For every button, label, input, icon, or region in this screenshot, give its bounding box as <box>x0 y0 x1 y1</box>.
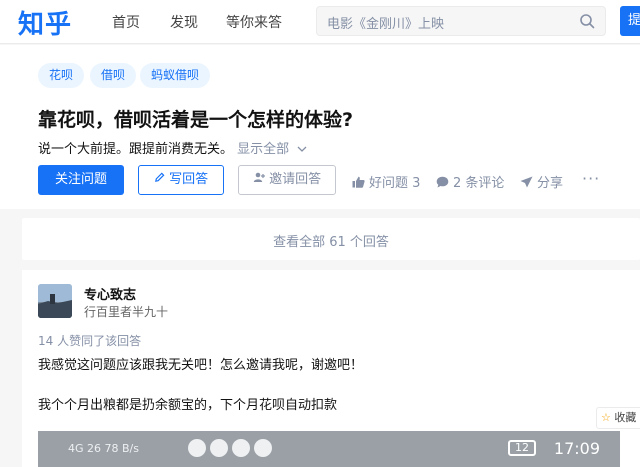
avatar[interactable] <box>38 284 72 318</box>
collect-label: 收藏 <box>614 411 637 424</box>
description-text: 说一个大前提。跟提前消费无关。 <box>38 142 234 157</box>
add-user-icon <box>253 172 265 182</box>
search-placeholder: 电影《金刚川》上映 <box>327 17 445 32</box>
topic-tag[interactable]: 花呗 <box>38 63 85 88</box>
question-title: 靠花呗，借呗活着是一个怎样的体验? <box>38 109 354 131</box>
comment-icon <box>436 176 449 187</box>
good-question-label: 好问题 3 <box>369 176 421 191</box>
topic-tag[interactable]: 借呗 <box>90 63 137 88</box>
author-headline: 行百里者半九十 <box>84 305 169 319</box>
status-signal-text: 4G 26 78 B/s <box>68 442 139 455</box>
app-icon <box>232 439 250 457</box>
search-input[interactable]: 电影《金刚川》上映 <box>316 6 606 36</box>
topic-tag[interactable]: 蚂蚁借呗 <box>140 63 211 88</box>
write-answer-label: 写回答 <box>169 172 209 187</box>
pen-icon <box>154 172 165 182</box>
comments-button[interactable]: 2 条评论 <box>436 172 504 191</box>
follow-question-button[interactable]: 关注问题 <box>38 165 124 195</box>
answer-paragraph: 我感觉这问题应该跟我无关吧！怎么邀请我呢，谢邀吧！ <box>38 358 364 373</box>
author-name[interactable]: 专心致志 <box>84 284 136 303</box>
battery-icon: 12 <box>508 440 536 456</box>
nav-waiting-answers[interactable]: 等你来答 <box>226 12 282 32</box>
nav-home[interactable]: 首页 <box>112 12 140 32</box>
view-all-answers-label: 查看全部 61 个回答 <box>273 235 389 250</box>
app-icon <box>210 439 228 457</box>
star-icon: ☆ <box>601 411 611 424</box>
top-nav: 知乎 首页 发现 等你来答 电影《金刚川》上映 提 <box>0 0 640 44</box>
ask-button[interactable]: 提 <box>620 6 640 36</box>
vote-count: 14 人赞同了该回答 <box>38 334 142 348</box>
answer-paragraph: 我个个月出粮都是扔余额宝的，下个月花呗自动扣款 <box>38 398 338 413</box>
avatar-image <box>38 284 72 318</box>
invite-answer-button[interactable]: 邀请回答 <box>238 165 336 195</box>
view-all-answers-button[interactable]: 查看全部 61 个回答 <box>22 218 640 260</box>
thumbs-up-icon <box>352 176 365 188</box>
zhihu-logo[interactable]: 知乎 <box>18 4 72 41</box>
good-question-button[interactable]: 好问题 3 <box>352 172 420 191</box>
collect-button[interactable]: ☆ 收藏 <box>596 407 640 429</box>
search-icon[interactable] <box>579 13 595 29</box>
invite-answer-label: 邀请回答 <box>269 172 322 187</box>
more-options-icon[interactable]: ··· <box>582 169 600 188</box>
share-button[interactable]: 分享 <box>520 172 563 191</box>
comments-label: 2 条评论 <box>453 176 505 191</box>
question-description: 说一个大前提。跟提前消费无关。 显示全部 <box>38 138 307 157</box>
share-label: 分享 <box>537 176 564 191</box>
app-icon <box>254 439 272 457</box>
status-time: 17:09 <box>553 439 600 458</box>
app-icon <box>188 439 206 457</box>
show-all-link[interactable]: 显示全部 <box>237 142 307 157</box>
status-app-icons <box>188 439 272 457</box>
nav-discover[interactable]: 发现 <box>170 12 198 32</box>
chevron-down-icon <box>297 146 307 152</box>
answer-image[interactable]: 4G 26 78 B/s 12 17:09 <box>38 431 620 467</box>
question-header: 花呗 借呗 蚂蚁借呗 靠花呗，借呗活着是一个怎样的体验? 说一个大前提。跟提前消… <box>0 45 640 209</box>
share-icon <box>520 176 533 187</box>
show-all-label: 显示全部 <box>237 142 290 157</box>
write-answer-button[interactable]: 写回答 <box>138 165 224 195</box>
